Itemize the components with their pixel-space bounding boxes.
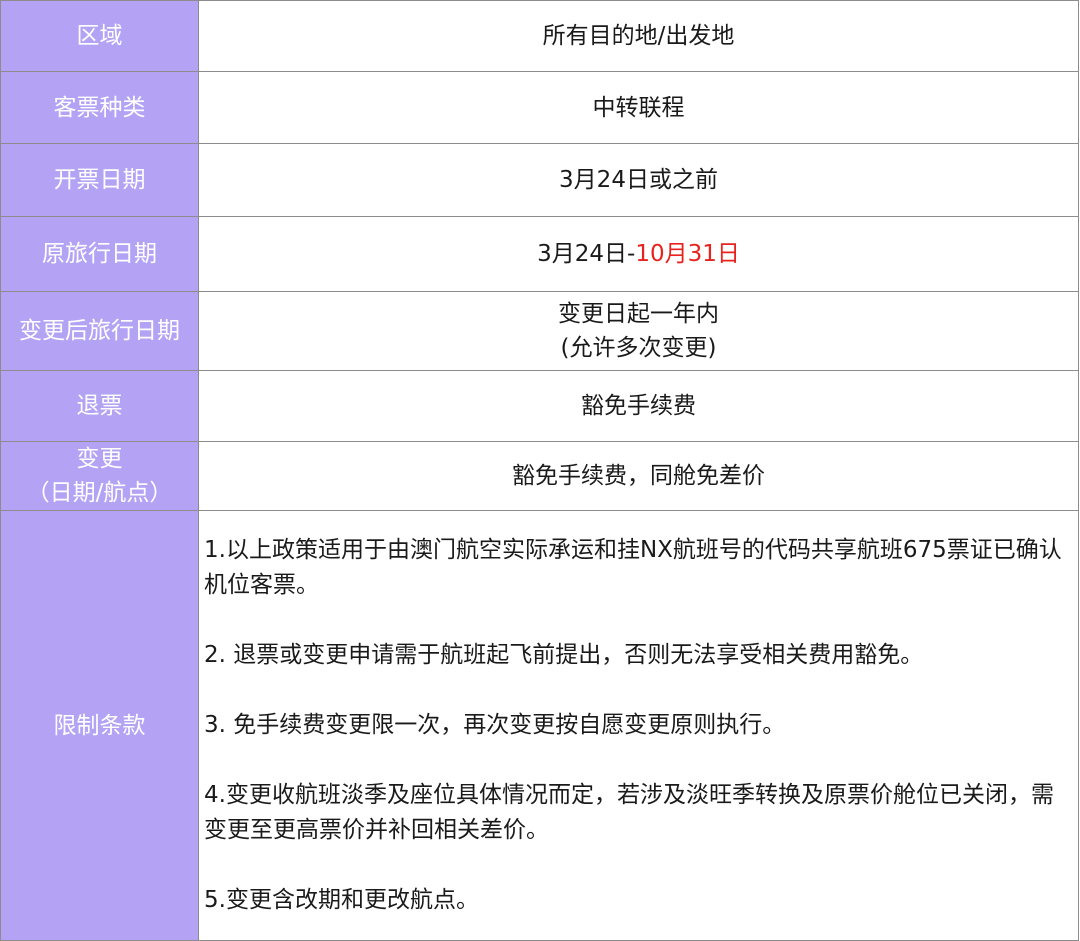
row-ticket-type: 客票种类 中转联程 [0, 71, 1079, 144]
label-original-travel-date: 原旅行日期 [0, 216, 199, 292]
row-issue-date: 开票日期 3月24日或之前 [0, 143, 1079, 217]
row-refund: 退票 豁免手续费 [0, 370, 1079, 442]
value-ticket-type: 中转联程 [198, 71, 1079, 144]
term-item: 5.变更含改期和更改航点。 [204, 887, 479, 913]
label-new-travel-date: 变更后旅行日期 [0, 291, 199, 371]
label-region: 区域 [0, 0, 199, 72]
value-region: 所有目的地/出发地 [198, 0, 1079, 72]
restrictions-terms: 1.以上政策适用于由澳门航空实际承运和挂NX航班号的代码共享航班675票证已确认… [198, 510, 1079, 941]
label-issue-date: 开票日期 [0, 143, 199, 217]
term-item: 2. 退票或变更申请需于航班起飞前提出，否则无法享受相关费用豁免。 [204, 642, 924, 668]
value-new-travel-date: 变更日起一年内 (允许多次变更) [198, 291, 1079, 371]
row-restrictions: 限制条款 1.以上政策适用于由澳门航空实际承运和挂NX航班号的代码共享航班675… [0, 510, 1079, 941]
policy-table: 区域 所有目的地/出发地 客票种类 中转联程 开票日期 3月24日或之前 原旅行… [0, 0, 1079, 941]
new-travel-date-line2: (允许多次变更) [560, 335, 717, 361]
row-region: 区域 所有目的地/出发地 [0, 0, 1079, 72]
term-item: 4.变更收航班淡季及座位具体情况而定，若涉及淡旺季转换及原票价舱位已关闭，需变更… [204, 782, 1054, 843]
travel-date-end: 10月31日 [635, 241, 740, 267]
term-item: 1.以上政策适用于由澳门航空实际承运和挂NX航班号的代码共享航班675票证已确认… [204, 537, 1062, 598]
row-change: 变更 （日期/航点） 豁免手续费，同舱免差价 [0, 441, 1079, 511]
label-change: 变更 （日期/航点） [0, 441, 199, 511]
value-issue-date: 3月24日或之前 [198, 143, 1079, 217]
label-refund: 退票 [0, 370, 199, 442]
row-new-travel-date: 变更后旅行日期 变更日起一年内 (允许多次变更) [0, 291, 1079, 371]
label-change-line1: 变更 [76, 446, 123, 472]
label-ticket-type: 客票种类 [0, 71, 199, 144]
value-change: 豁免手续费，同舱免差价 [198, 441, 1079, 511]
label-change-line2: （日期/航点） [26, 480, 173, 506]
term-item: 3. 免手续费变更限一次，再次变更按自愿变更原则执行。 [204, 712, 786, 738]
row-original-travel-date: 原旅行日期 3月24日-10月31日 [0, 216, 1079, 292]
label-restrictions: 限制条款 [0, 510, 199, 941]
travel-date-start: 3月24日- [537, 241, 636, 267]
new-travel-date-line1: 变更日起一年内 [558, 301, 719, 327]
value-original-travel-date: 3月24日-10月31日 [198, 216, 1079, 292]
value-refund: 豁免手续费 [198, 370, 1079, 442]
